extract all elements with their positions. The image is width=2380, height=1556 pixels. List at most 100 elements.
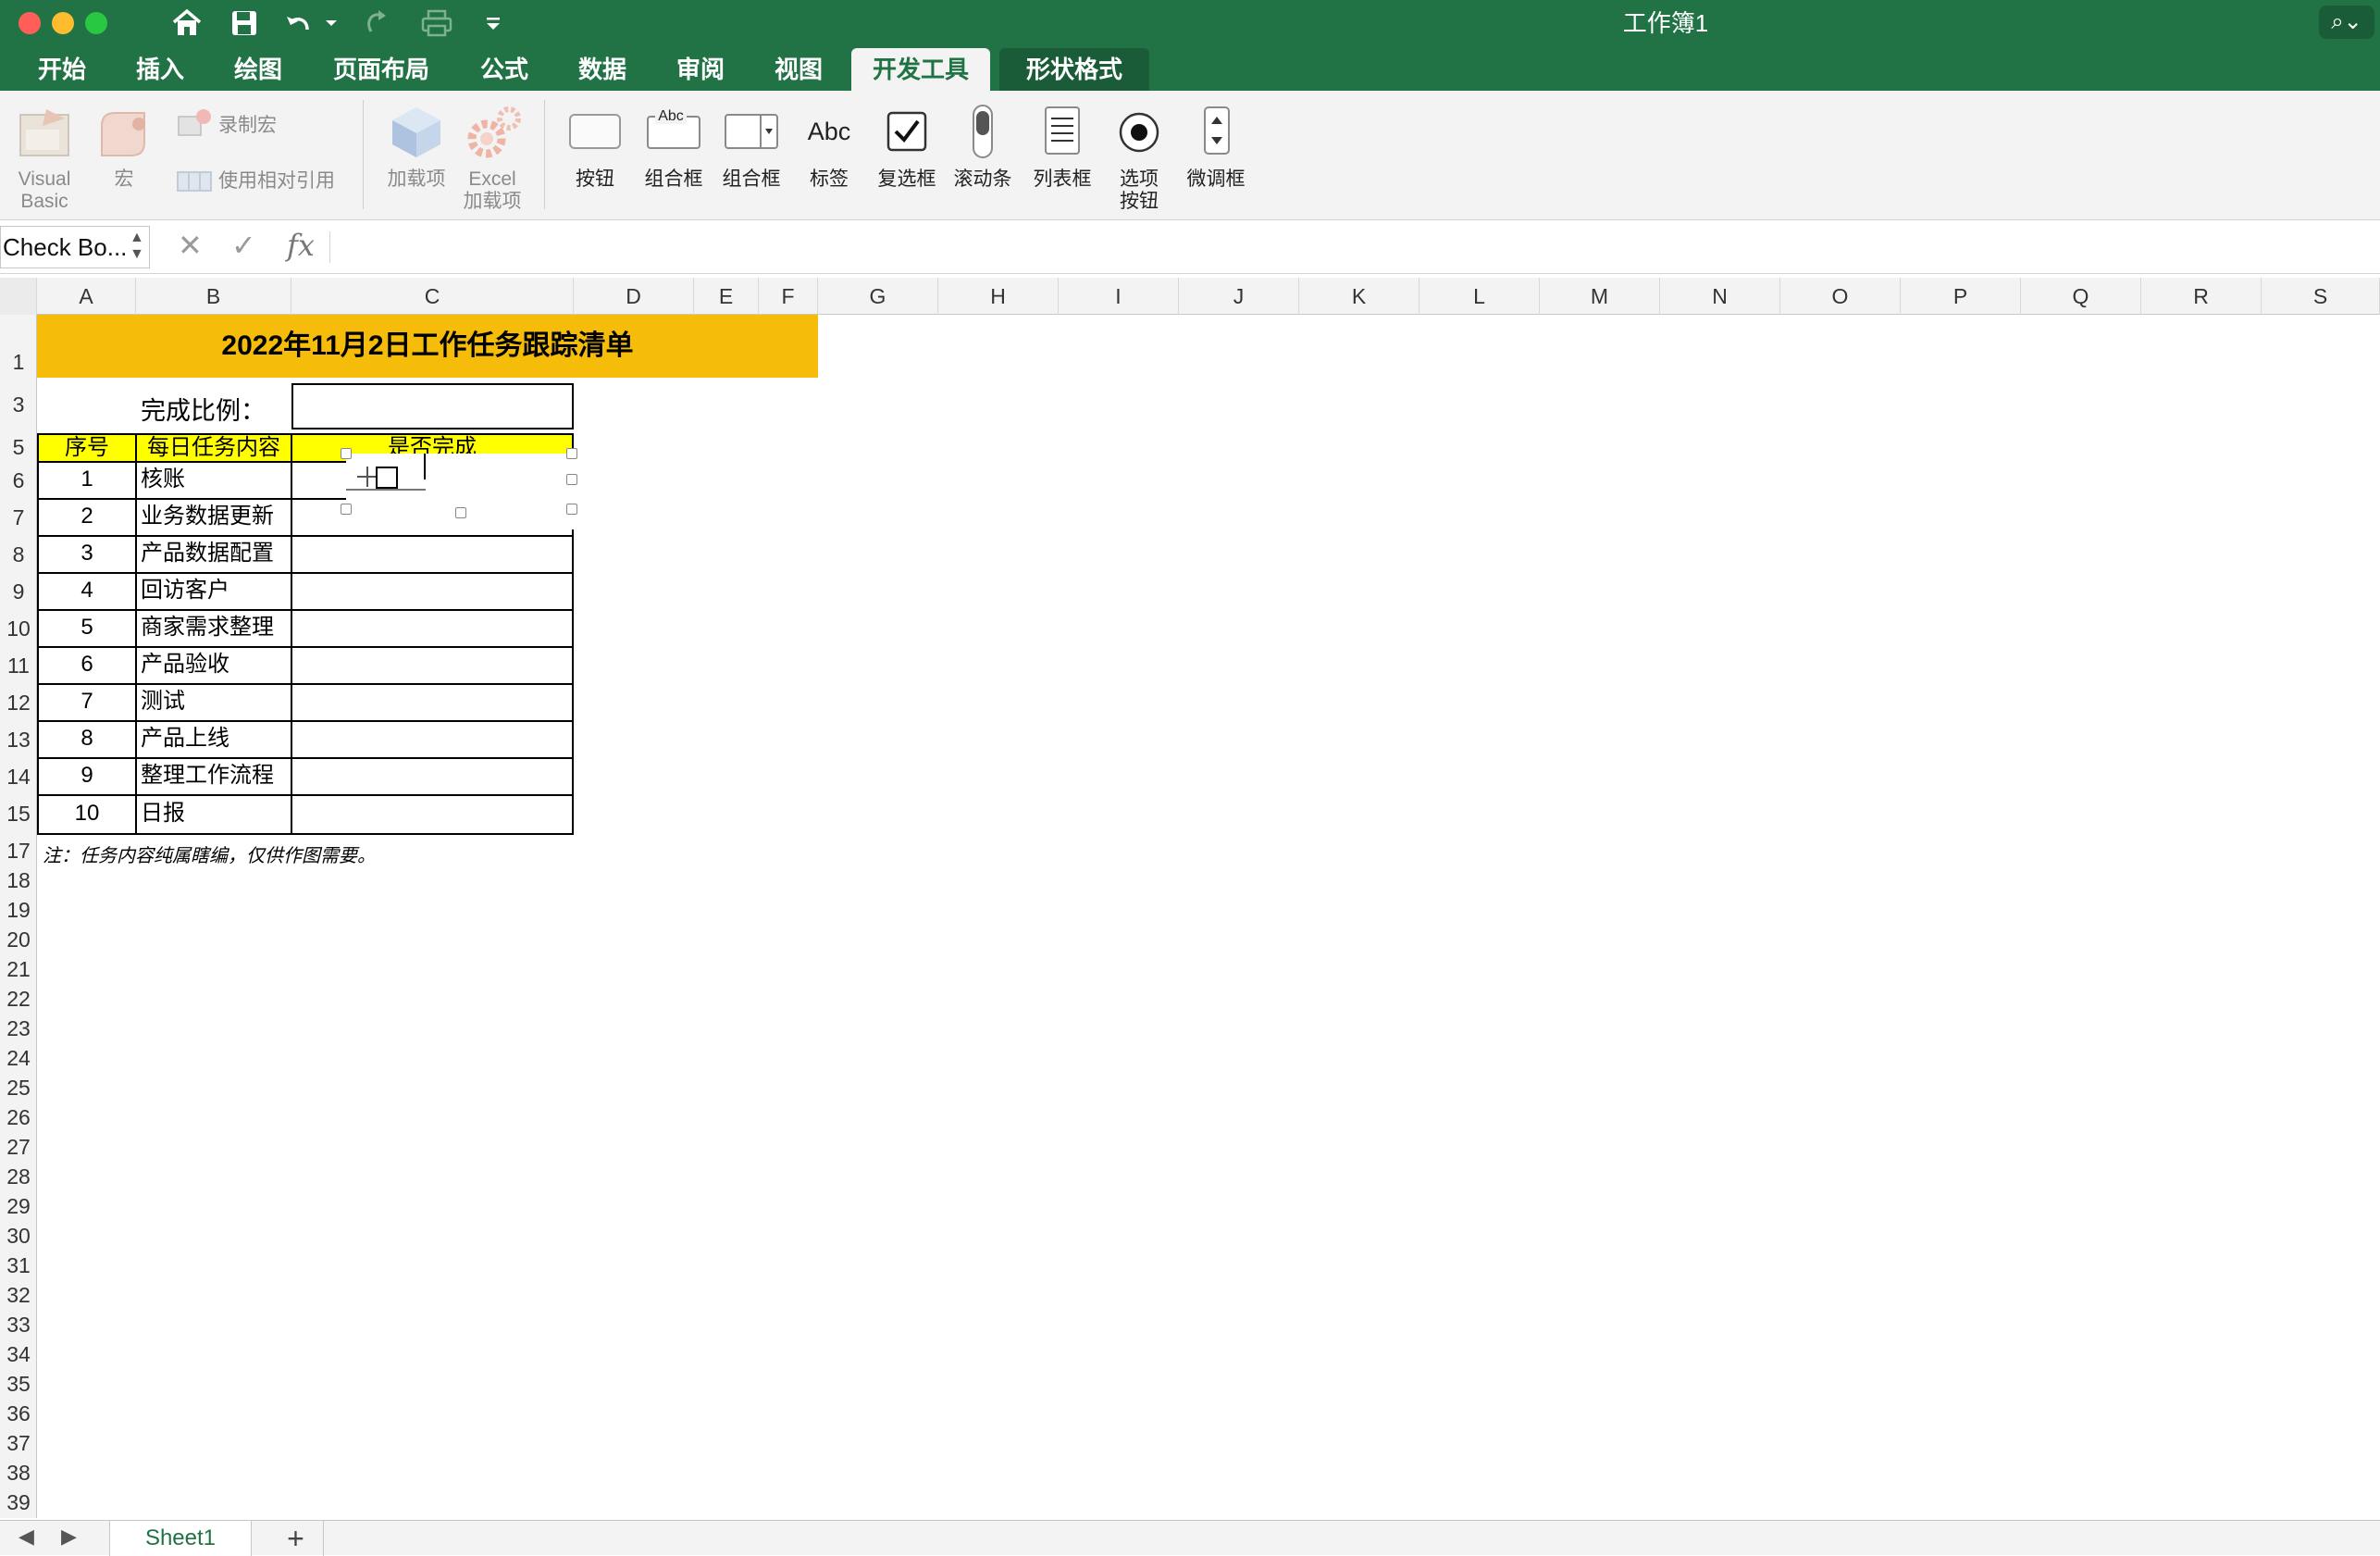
row-header[interactable]: 38 bbox=[0, 1461, 37, 1486]
scrollbar-control[interactable]: 滚动条 bbox=[948, 168, 1018, 191]
row-header[interactable]: 13 bbox=[0, 728, 37, 753]
tab-formulas[interactable]: 公式 bbox=[463, 48, 546, 91]
row-header[interactable]: 6 bbox=[0, 468, 37, 493]
header-seq-cell[interactable]: 序号 bbox=[37, 433, 137, 463]
table-row-done[interactable] bbox=[291, 574, 574, 611]
spinner-control[interactable]: 微调框 bbox=[1181, 168, 1251, 191]
row-header[interactable]: 19 bbox=[0, 898, 37, 923]
checkbox-control[interactable]: 复选框 bbox=[870, 168, 944, 191]
confirm-formula-icon[interactable]: ✓ bbox=[231, 228, 256, 263]
relative-reference-button[interactable]: 使用相对引用 bbox=[218, 170, 366, 193]
search-icon[interactable]: ⌕⌄ bbox=[2319, 6, 2374, 39]
column-header[interactable]: G bbox=[818, 278, 938, 315]
tab-shape-format[interactable]: 形状格式 bbox=[999, 48, 1149, 91]
resize-handle[interactable] bbox=[566, 474, 577, 485]
resize-handle[interactable] bbox=[566, 448, 577, 459]
checkbox-square[interactable] bbox=[376, 467, 398, 489]
row-header[interactable]: 7 bbox=[0, 505, 37, 530]
sheet-tab[interactable]: Sheet1 bbox=[109, 1521, 252, 1556]
column-header[interactable]: S bbox=[2262, 278, 2380, 315]
row-header[interactable]: 8 bbox=[0, 542, 37, 567]
row-header[interactable]: 21 bbox=[0, 957, 37, 982]
listbox-control[interactable]: 列表框 bbox=[1025, 168, 1099, 191]
column-header[interactable]: C bbox=[291, 278, 574, 315]
row-header[interactable]: 17 bbox=[0, 839, 37, 864]
label-control[interactable]: 标签 bbox=[794, 168, 864, 191]
column-header[interactable]: A bbox=[37, 278, 136, 315]
print-icon[interactable] bbox=[416, 6, 457, 41]
row-header[interactable]: 26 bbox=[0, 1105, 37, 1130]
table-row-done[interactable] bbox=[291, 537, 574, 574]
table-row-task[interactable]: 商家需求整理 bbox=[135, 611, 292, 648]
column-header[interactable]: Q bbox=[2021, 278, 2141, 315]
row-header[interactable]: 33 bbox=[0, 1313, 37, 1338]
column-header[interactable]: L bbox=[1419, 278, 1540, 315]
table-row-seq[interactable]: 8 bbox=[37, 722, 137, 759]
addins-button[interactable]: 加载项 bbox=[379, 168, 453, 191]
table-row-done[interactable] bbox=[291, 648, 574, 685]
row-header[interactable]: 24 bbox=[0, 1046, 37, 1071]
column-header[interactable]: N bbox=[1660, 278, 1780, 315]
ratio-label-cell[interactable]: 完成比例： bbox=[141, 392, 307, 429]
redo-icon[interactable] bbox=[359, 6, 396, 41]
row-header[interactable]: 39 bbox=[0, 1490, 37, 1515]
name-box[interactable]: Check Bo... bbox=[0, 226, 150, 268]
table-row-task[interactable]: 业务数据更新 bbox=[135, 500, 292, 537]
tab-view[interactable]: 视图 bbox=[757, 48, 840, 91]
column-header[interactable]: E bbox=[694, 278, 759, 315]
row-header[interactable]: 36 bbox=[0, 1401, 37, 1426]
name-box-dropdown-icon[interactable]: ▲ ▼ bbox=[130, 230, 144, 263]
tab-insert[interactable]: 插入 bbox=[118, 48, 202, 91]
table-row-task[interactable]: 测试 bbox=[135, 685, 292, 722]
resize-handle[interactable] bbox=[341, 504, 352, 515]
insert-function-button[interactable]: fx bbox=[287, 228, 315, 263]
column-header[interactable]: D bbox=[574, 278, 694, 315]
table-row-task[interactable]: 核账 bbox=[135, 463, 292, 500]
table-row-done[interactable] bbox=[291, 685, 574, 722]
row-header[interactable]: 29 bbox=[0, 1194, 37, 1219]
add-sheet-button[interactable]: + bbox=[268, 1521, 324, 1556]
row-header[interactable]: 3 bbox=[0, 392, 37, 417]
resize-handle[interactable] bbox=[566, 504, 577, 515]
row-header[interactable]: 37 bbox=[0, 1431, 37, 1456]
record-macro-button[interactable]: 录制宏 bbox=[218, 115, 302, 137]
column-header[interactable]: O bbox=[1780, 278, 1901, 315]
worksheet-grid[interactable]: 2022年11月2日工作任务跟踪清单 完成比例： 序号 每日任务内容 是否完成 … bbox=[37, 315, 2380, 1518]
cancel-formula-icon[interactable]: ✕ bbox=[178, 228, 203, 263]
sheet-title-cell[interactable]: 2022年11月2日工作任务跟踪清单 bbox=[37, 315, 818, 378]
column-header[interactable]: H bbox=[938, 278, 1059, 315]
save-icon[interactable] bbox=[226, 6, 263, 41]
row-header[interactable]: 15 bbox=[0, 802, 37, 827]
formula-input[interactable] bbox=[329, 231, 330, 263]
row-header[interactable]: 30 bbox=[0, 1224, 37, 1249]
combo-box-control[interactable]: 组合框 bbox=[716, 168, 787, 191]
minimize-window-button[interactable] bbox=[52, 12, 74, 34]
table-row-seq[interactable]: 6 bbox=[37, 648, 137, 685]
row-header[interactable]: 23 bbox=[0, 1016, 37, 1041]
row-header[interactable]: 27 bbox=[0, 1135, 37, 1160]
table-row-seq[interactable]: 9 bbox=[37, 759, 137, 796]
table-row-seq[interactable]: 7 bbox=[37, 685, 137, 722]
tab-draw[interactable]: 绘图 bbox=[217, 48, 300, 91]
resize-handle[interactable] bbox=[455, 507, 466, 518]
undo-icon[interactable] bbox=[283, 6, 339, 41]
select-all-corner[interactable] bbox=[0, 278, 37, 315]
next-sheet-icon[interactable]: ▶ bbox=[61, 1525, 77, 1549]
column-header[interactable]: J bbox=[1179, 278, 1299, 315]
table-row-done[interactable] bbox=[291, 796, 574, 835]
visual-basic-button[interactable]: Visual Basic bbox=[6, 168, 83, 213]
row-header[interactable]: 28 bbox=[0, 1164, 37, 1189]
row-header[interactable]: 14 bbox=[0, 765, 37, 790]
table-row-seq[interactable]: 1 bbox=[37, 463, 137, 500]
table-row-seq[interactable]: 5 bbox=[37, 611, 137, 648]
table-row-done[interactable] bbox=[291, 611, 574, 648]
row-header[interactable]: 10 bbox=[0, 616, 37, 641]
tab-page-layout[interactable]: 页面布局 bbox=[316, 48, 446, 91]
row-header[interactable]: 22 bbox=[0, 987, 37, 1012]
tab-data[interactable]: 数据 bbox=[561, 48, 644, 91]
option-button-control[interactable]: 选项 按钮 bbox=[1107, 168, 1171, 213]
column-header[interactable]: I bbox=[1059, 278, 1179, 315]
row-header[interactable]: 9 bbox=[0, 579, 37, 604]
table-row-task[interactable]: 整理工作流程 bbox=[135, 759, 292, 796]
table-row-seq[interactable]: 10 bbox=[37, 796, 137, 835]
